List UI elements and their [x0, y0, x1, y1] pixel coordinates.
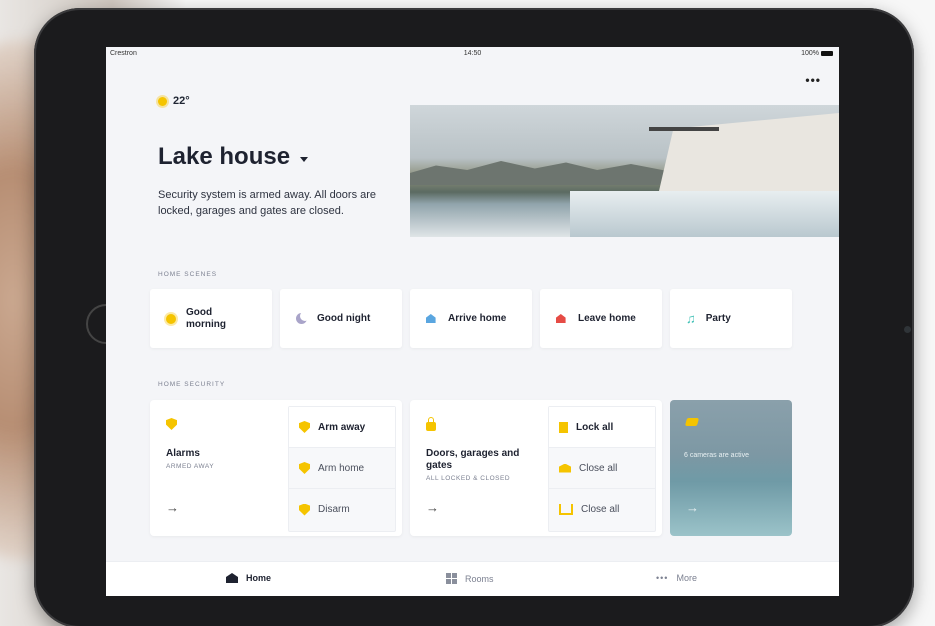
tab-bar: Home Rooms ••• More: [106, 561, 839, 596]
home-security-label: HOME SECURITY: [158, 381, 226, 388]
arm-away-button[interactable]: Arm away: [289, 407, 395, 448]
action-label: Close all: [579, 462, 618, 474]
lock-all-button[interactable]: Lock all: [549, 407, 655, 448]
action-label: Arm away: [318, 421, 366, 433]
close-garages-button[interactable]: Close all: [549, 448, 655, 489]
scene-label: Leave home: [578, 313, 636, 324]
location-title: Lake house: [158, 143, 291, 170]
lock-icon: [426, 417, 436, 431]
tab-label: More: [676, 573, 697, 583]
alarm-actions: Arm away Arm home Disarm: [288, 406, 396, 532]
leave-home-icon: [556, 314, 566, 323]
arrow-right-icon[interactable]: →: [426, 500, 439, 515]
sun-icon: [158, 96, 167, 106]
sun-icon: [166, 313, 176, 324]
door-actions: Lock all Close all Close all: [548, 406, 656, 532]
music-note-icon: ♫: [686, 311, 696, 326]
action-label: Close all: [581, 504, 620, 515]
scene-leave-home[interactable]: Leave home: [540, 289, 662, 348]
tab-more[interactable]: ••• More: [656, 573, 697, 583]
scene-label: Good morning: [186, 306, 226, 330]
pergola-shape: [649, 127, 719, 131]
gate-icon: [559, 504, 573, 515]
home-scenes-label: HOME SCENES: [158, 271, 218, 278]
temperature: 22°: [173, 95, 190, 107]
shield-icon: [299, 503, 310, 516]
tab-label: Home: [246, 573, 272, 583]
doors-title: Doors, garages and gates: [426, 448, 520, 471]
tab-rooms[interactable]: Rooms: [446, 573, 494, 584]
moon-icon: [296, 311, 310, 324]
mountains-shape: [410, 161, 670, 185]
tab-home[interactable]: Home: [226, 573, 271, 583]
cameras-status: 6 cameras are active: [684, 452, 749, 459]
arrive-home-icon: [426, 314, 436, 323]
action-label: Disarm: [318, 504, 350, 515]
shield-icon: [299, 421, 310, 433]
shield-icon: [166, 418, 177, 430]
front-camera: [904, 326, 911, 333]
close-gates-button[interactable]: Close all: [549, 489, 655, 530]
action-label: Lock all: [576, 421, 614, 433]
weather-widget: 22°: [158, 95, 190, 107]
alarms-title: Alarms: [166, 448, 200, 459]
scene-label: Party: [705, 313, 731, 324]
overflow-menu-button[interactable]: •••: [805, 73, 821, 87]
camera-icon: [684, 418, 700, 426]
battery-percent: 100%: [801, 50, 819, 57]
garage-icon: [559, 463, 571, 473]
cameras-card[interactable]: 6 cameras are active →: [670, 400, 792, 536]
house-photo: [410, 105, 839, 237]
scene-good-night[interactable]: Good night: [280, 289, 402, 348]
alarms-status: ARMED AWAY: [166, 463, 215, 470]
rooms-icon: [446, 573, 457, 584]
battery-icon: [821, 50, 833, 56]
scene-party[interactable]: ♫ Party: [670, 289, 792, 348]
battery-status: 100%: [801, 50, 833, 57]
chevron-down-icon: [300, 156, 309, 162]
disarm-button[interactable]: Disarm: [289, 489, 395, 530]
doors-status: ALL LOCKED & CLOSED: [426, 475, 511, 482]
scene-label: Arrive home: [448, 313, 507, 324]
house-shape: [659, 113, 839, 191]
location-selector[interactable]: Lake house: [158, 143, 309, 171]
doors-card[interactable]: Doors, garages and gates ALL LOCKED & CL…: [410, 400, 662, 536]
scene-arrive-home[interactable]: Arrive home: [410, 289, 532, 348]
more-icon: •••: [656, 573, 669, 583]
security-summary: Security system is armed away. All doors…: [158, 189, 377, 217]
scene-good-morning[interactable]: Good morning: [150, 289, 272, 348]
arrow-right-icon[interactable]: →: [166, 500, 179, 515]
alarms-card[interactable]: Alarms ARMED AWAY → Arm away Arm home Di…: [150, 400, 402, 536]
action-label: Arm home: [318, 462, 365, 474]
door-icon: [559, 421, 568, 433]
pool-shape: [570, 191, 839, 237]
tab-label: Rooms: [465, 573, 494, 584]
arrow-right-icon[interactable]: →: [686, 500, 699, 515]
status-time: 14:50: [463, 50, 482, 57]
shield-icon: [299, 462, 310, 474]
app-screen: Crestron 14:50 100% ••• 22° Lake house S…: [106, 47, 839, 596]
status-bar: Crestron 14:50 100%: [106, 47, 839, 61]
home-icon: [226, 573, 238, 583]
scene-label: Good night: [317, 313, 371, 324]
arm-home-button[interactable]: Arm home: [289, 448, 395, 489]
